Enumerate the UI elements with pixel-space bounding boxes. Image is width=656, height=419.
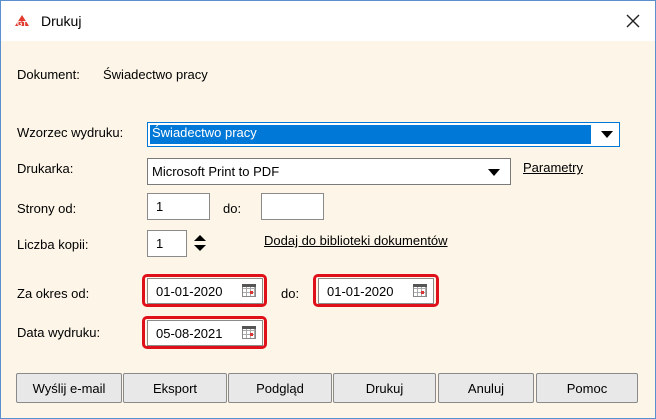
period-to-label: do: — [281, 286, 300, 301]
template-label: Wzorzec wydruku: — [17, 125, 124, 140]
export-button[interactable]: Eksport — [123, 373, 227, 403]
template-select[interactable]: Świadectwo pracy — [147, 122, 620, 147]
arrow-down-icon[interactable] — [194, 245, 206, 251]
print-date-field[interactable]: 05-08-2021 — [147, 320, 263, 346]
print-dialog: GT Drukuj Dokument: Świadectwo pracy Wzo… — [0, 0, 656, 419]
close-icon — [626, 14, 640, 28]
printer-select[interactable]: Microsoft Print to PDF — [147, 158, 511, 185]
calendar-icon[interactable] — [242, 326, 256, 339]
calendar-icon[interactable] — [242, 284, 256, 297]
send-email-button[interactable]: Wyślij e-mail — [16, 373, 122, 403]
pages-from-input[interactable]: 1 — [147, 193, 210, 220]
title-bar: GT Drukuj — [1, 1, 655, 41]
calendar-icon[interactable] — [413, 284, 427, 297]
parameters-link[interactable]: Parametry — [523, 160, 583, 175]
chevron-down-icon[interactable] — [488, 169, 500, 176]
pages-to-label: do: — [223, 201, 242, 216]
document-label: Dokument: — [17, 67, 80, 82]
pages-from-value: 1 — [156, 199, 164, 214]
copies-label: Liczba kopii: — [17, 237, 89, 252]
period-from-label: Za okres od: — [17, 286, 90, 301]
pages-from-label: Strony od: — [17, 201, 77, 216]
gt-logo-icon: GT — [15, 15, 29, 28]
cancel-button[interactable]: Anuluj — [438, 373, 534, 403]
period-from-value: 01-01-2020 — [156, 284, 223, 299]
window-title: Drukuj — [41, 13, 82, 29]
copies-input[interactable]: 1 — [147, 230, 187, 257]
print-date-value: 05-08-2021 — [156, 326, 223, 341]
svg-text:GT: GT — [17, 21, 27, 28]
close-button[interactable] — [611, 1, 655, 41]
preview-button[interactable]: Podgląd — [228, 373, 332, 403]
copies-value: 1 — [156, 236, 164, 251]
help-button[interactable]: Pomoc — [536, 373, 638, 403]
copies-stepper[interactable] — [190, 232, 208, 254]
print-button[interactable]: Drukuj — [333, 373, 436, 403]
document-value: Świadectwo pracy — [103, 67, 208, 82]
add-to-library-link[interactable]: Dodaj do biblioteki dokumentów — [264, 233, 448, 248]
template-select-value: Świadectwo pracy — [150, 125, 591, 144]
print-date-label: Data wydruku: — [17, 325, 101, 340]
pages-to-input[interactable] — [261, 193, 324, 220]
chevron-down-icon[interactable] — [601, 131, 613, 138]
period-to-date-field[interactable]: 01-01-2020 — [318, 278, 434, 304]
printer-label: Drukarka: — [17, 161, 74, 176]
arrow-up-icon[interactable] — [194, 235, 206, 241]
period-from-date-field[interactable]: 01-01-2020 — [147, 278, 263, 304]
printer-select-value: Microsoft Print to PDF — [152, 164, 280, 179]
period-to-value: 01-01-2020 — [327, 284, 394, 299]
